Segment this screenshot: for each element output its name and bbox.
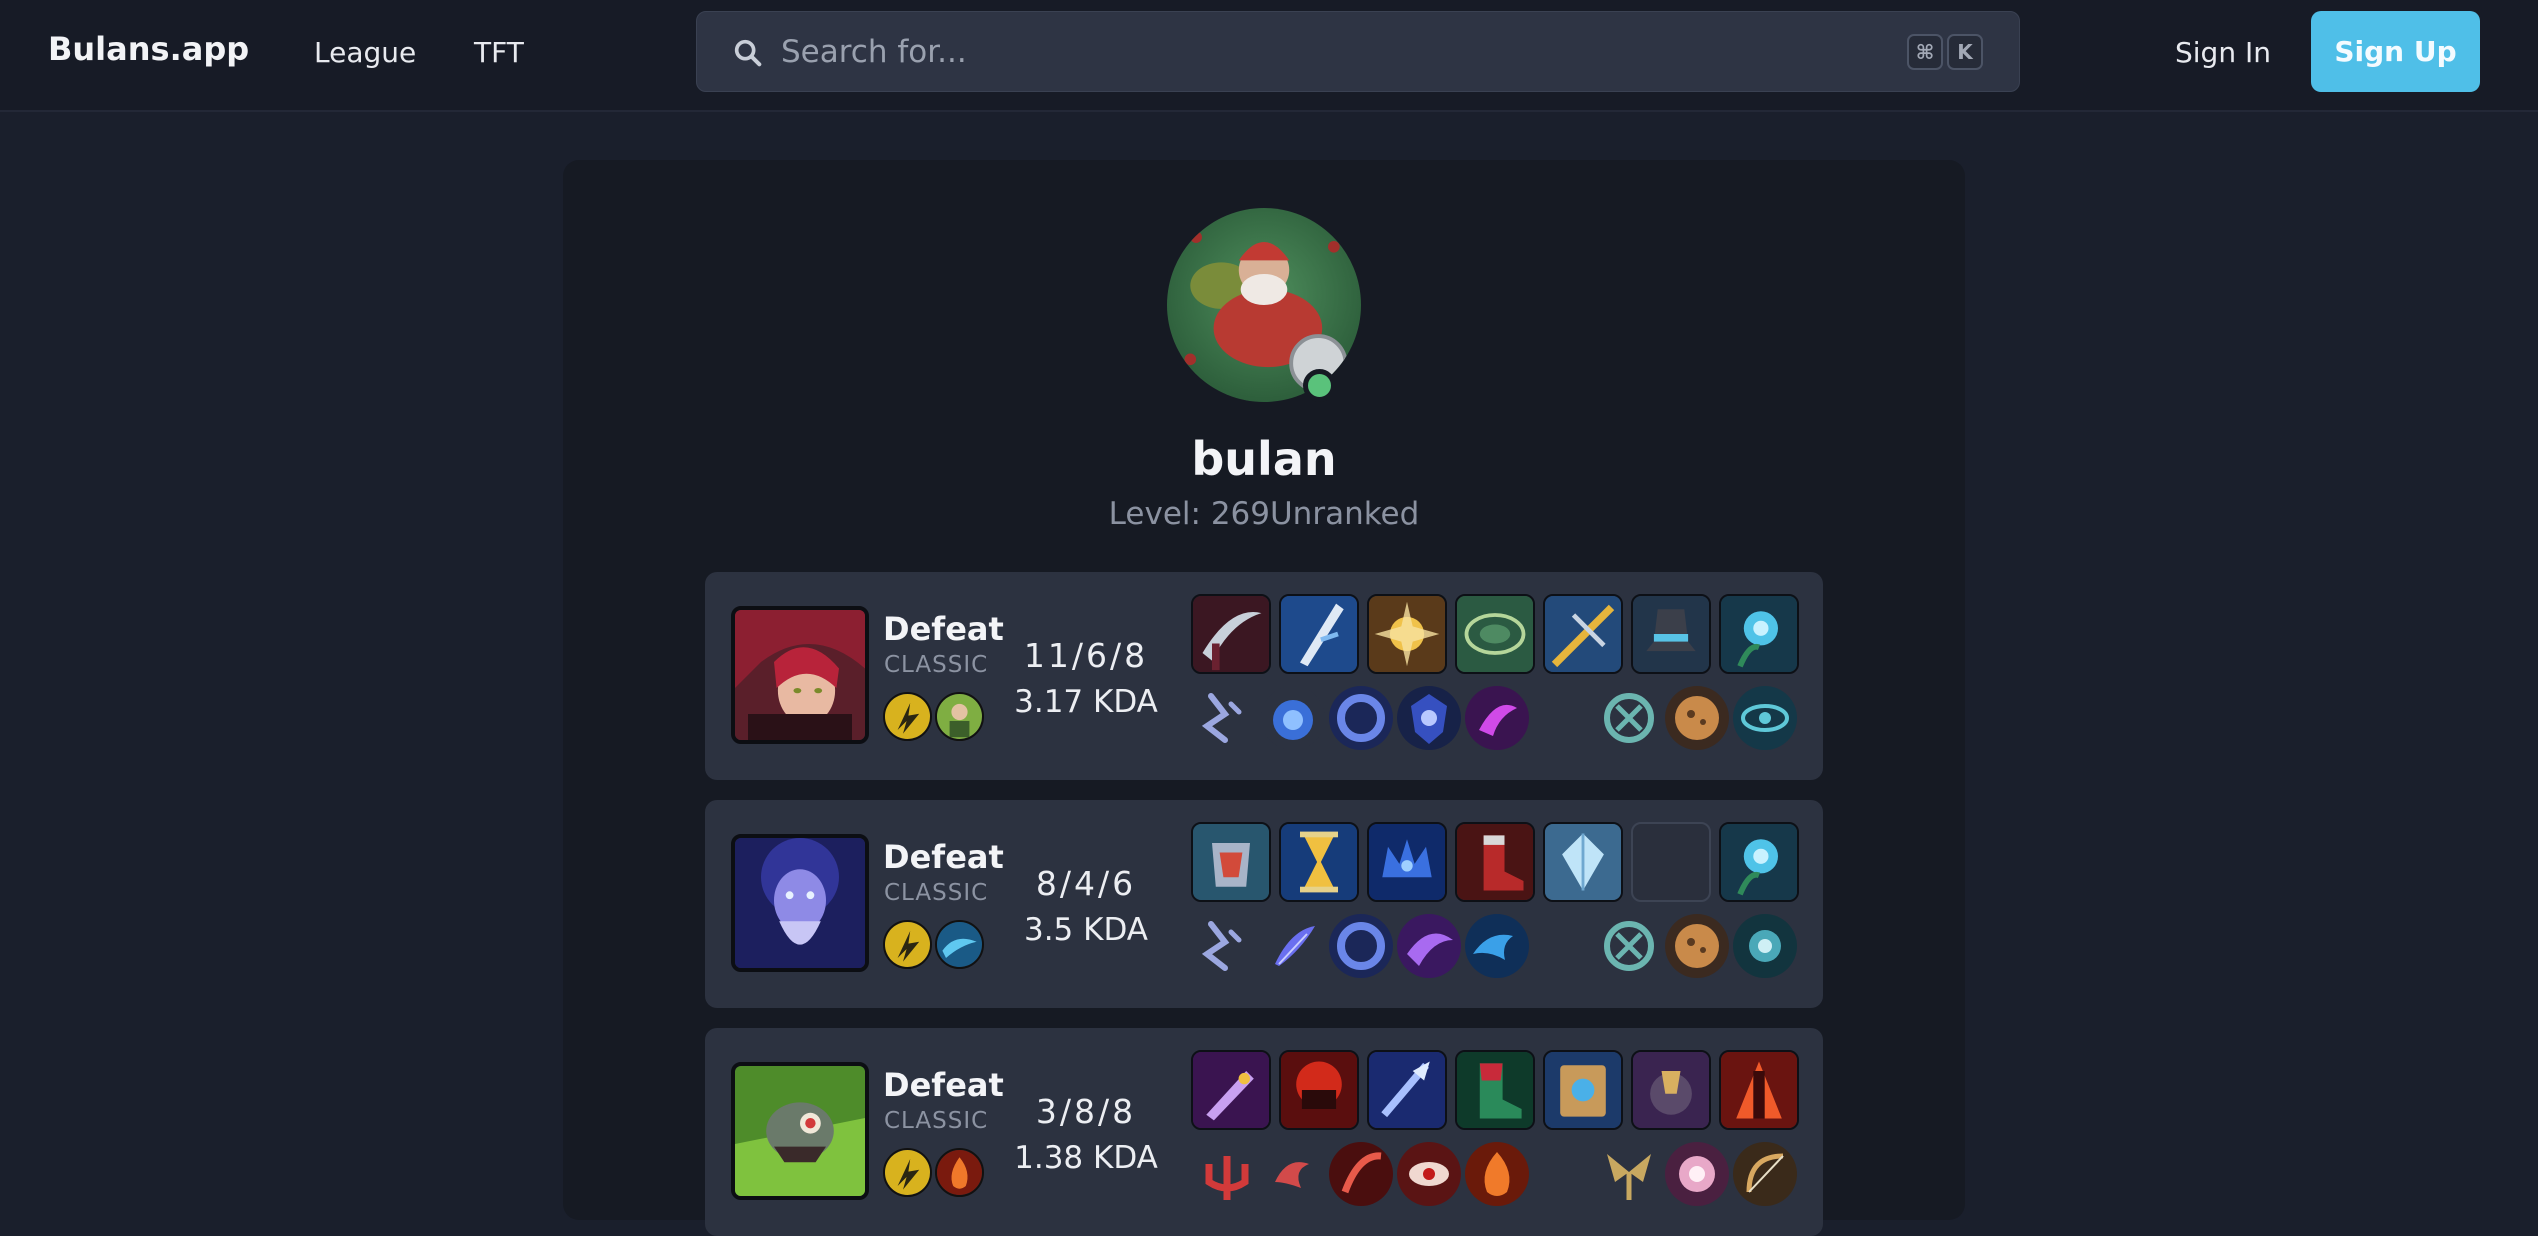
- kda-ratio: 1.38 KDA: [1014, 1140, 1158, 1176]
- lava-tower-item-icon: [1719, 1050, 1799, 1130]
- teal-rune-a-icon: [1597, 914, 1661, 978]
- ignite-spell-icon: [935, 1148, 984, 1197]
- ring-rune-icon: [1329, 686, 1393, 750]
- purple-dagger-item-icon: [1191, 1050, 1271, 1130]
- red-helmet-item-icon: [1279, 1050, 1359, 1130]
- dark-cannon-item-icon: [1631, 1050, 1711, 1130]
- lethal-tempo-rune-icon: [1195, 686, 1259, 750]
- match-row[interactable]: Defeat CLASSIC 3/8/8 1.38 KDA: [705, 1028, 1823, 1236]
- level-label: Level:: [1108, 496, 1211, 532]
- empty-item-slot: [1631, 822, 1711, 902]
- sign-up-button[interactable]: Sign Up: [2311, 11, 2480, 92]
- match-result: Defeat: [883, 610, 1004, 648]
- wave-rune-icon: [1465, 914, 1529, 978]
- fire-rune-icon: [1465, 1142, 1529, 1206]
- summon-spell-icon: [935, 692, 984, 741]
- purple-storm-rune-icon: [1465, 686, 1529, 750]
- blue-crown-item-icon: [1367, 822, 1447, 902]
- gold-wings-rune-icon: [1597, 1142, 1661, 1206]
- red-eye-rune-icon: [1397, 1142, 1461, 1206]
- frost-armor-item-icon: [1191, 822, 1271, 902]
- search-icon: [734, 39, 762, 67]
- ring-rune-icon: [1329, 914, 1393, 978]
- kda-score: 8/4/6: [1035, 864, 1137, 903]
- golden-orb-item-icon: [1367, 594, 1447, 674]
- online-status-dot: [1303, 369, 1336, 402]
- profile-level-line: Level: 269Unranked: [970, 496, 1558, 532]
- match-result: Defeat: [883, 838, 1004, 876]
- flash-spell-icon: [883, 1148, 932, 1197]
- ice-crystal-item-icon: [1543, 822, 1623, 902]
- flash-spell-icon: [883, 692, 932, 741]
- spellbook-item-icon: [1543, 1050, 1623, 1130]
- game-mode: CLASSIC: [884, 880, 989, 906]
- green-runes-item-icon: [1455, 594, 1535, 674]
- nav-league[interactable]: League: [314, 36, 416, 69]
- champion-portrait-icon: [731, 834, 869, 972]
- kbd-k: K: [1947, 34, 1983, 70]
- sign-in-button[interactable]: Sign In: [2175, 36, 2271, 69]
- game-mode: CLASSIC: [884, 652, 989, 678]
- flash-spell-icon: [883, 920, 932, 969]
- rank-value: Unranked: [1269, 496, 1420, 532]
- kda-score: 3/8/8: [1035, 1092, 1137, 1131]
- kda-score: 11/6/8: [1023, 636, 1149, 675]
- red-trident-rune-icon: [1195, 1142, 1259, 1206]
- lethal-tempo-rune-icon: [1195, 914, 1259, 978]
- match-row[interactable]: Defeat CLASSIC 11/6/8 3.17 KDA: [705, 572, 1823, 780]
- teal-orb-rune-icon: [1733, 914, 1797, 978]
- nav-tft[interactable]: TFT: [474, 36, 524, 69]
- level-value: 269: [1210, 496, 1270, 532]
- hourglass-item-icon: [1279, 822, 1359, 902]
- champion-portrait-icon: [731, 606, 869, 744]
- red-boots-item-icon: [1455, 822, 1535, 902]
- profile-avatar-icon: [1167, 208, 1361, 402]
- search-input[interactable]: [781, 12, 1781, 91]
- eye-rune-icon: [1733, 686, 1797, 750]
- match-result: Defeat: [883, 1066, 1004, 1104]
- kda-ratio: 3.17 KDA: [1014, 684, 1158, 720]
- purple-storm-rune-icon: [1397, 914, 1461, 978]
- cookie-rune-icon: [1665, 686, 1729, 750]
- cookie-rune-icon: [1665, 914, 1729, 978]
- crossbow-item-icon: [1543, 594, 1623, 674]
- red-swirl-rune-icon: [1261, 1142, 1325, 1206]
- ward-orb-item-icon: [1719, 594, 1799, 674]
- ward-orb-item-icon: [1719, 822, 1799, 902]
- cleanse-spell-icon: [935, 920, 984, 969]
- bow-rune-icon: [1733, 1142, 1797, 1206]
- search-bar[interactable]: ⌘ K: [696, 11, 2020, 92]
- profile-name: bulan: [1191, 432, 1337, 486]
- feather-rune-icon: [1261, 914, 1325, 978]
- scythe-item-icon: [1191, 594, 1271, 674]
- shield-orb-rune-icon: [1397, 686, 1461, 750]
- red-claw-rune-icon: [1329, 1142, 1393, 1206]
- kda-ratio: 3.5 KDA: [1023, 912, 1148, 948]
- kbd-cmd: ⌘: [1907, 34, 1943, 70]
- champion-portrait-icon: [731, 1062, 869, 1200]
- site-logo[interactable]: Bulans.app: [48, 30, 249, 68]
- blue-lance-item-icon: [1367, 1050, 1447, 1130]
- teal-rune-a-icon: [1597, 686, 1661, 750]
- spirit-rune-icon: [1261, 686, 1325, 750]
- green-boots-item-icon: [1455, 1050, 1535, 1130]
- blade-item-icon: [1279, 594, 1359, 674]
- game-mode: CLASSIC: [884, 1108, 989, 1134]
- match-row[interactable]: Defeat CLASSIC 8/4/6 3.5 KDA: [705, 800, 1823, 1008]
- hat-item-icon: [1631, 594, 1711, 674]
- pink-orb-rune-icon: [1665, 1142, 1729, 1206]
- top-nav: Bulans.app League TFT ⌘ K Sign In Sign U…: [0, 0, 2538, 112]
